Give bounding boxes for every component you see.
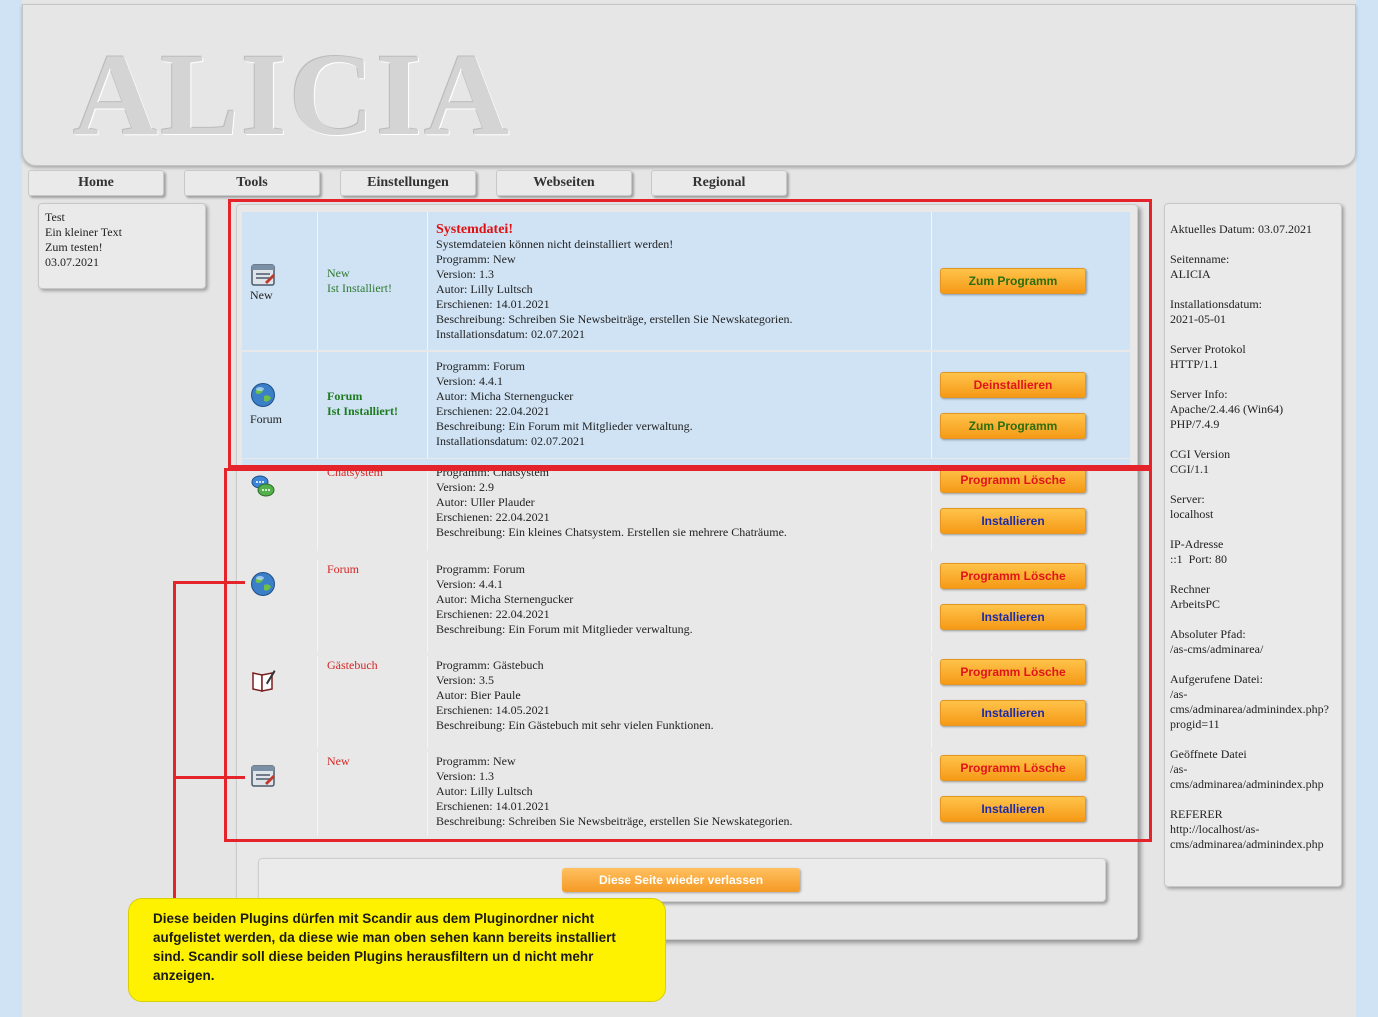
left-line: 03.07.2021: [45, 255, 99, 269]
info-opened-file: Geöffnete Datei /as- cms/adminarea/admin…: [1170, 747, 1324, 791]
leave-page-button[interactable]: Diese Seite wieder verlassen: [562, 868, 800, 892]
server-info-panel: Aktuelles Datum: 03.07.2021 Seitenname: …: [1164, 203, 1342, 887]
info-server-info: Server Info: Apache/2.4.46 (Win64) PHP/7…: [1170, 387, 1284, 431]
annotation-installed-box: [228, 199, 1152, 468]
annotation-arrow-new: [173, 776, 245, 779]
info-site-name: Seitenname: ALICIA: [1170, 252, 1230, 281]
left-line: Zum testen!: [45, 240, 103, 254]
annotation-connector: [173, 581, 176, 901]
nav-home[interactable]: Home: [28, 170, 164, 196]
info-install-date: Installationsdatum: 2021-05-01: [1170, 297, 1262, 326]
annotation-note: Diese beiden Plugins dürfen mit Scandir …: [128, 898, 666, 1002]
nav-tools[interactable]: Tools: [184, 170, 320, 196]
info-absolute-path: Absoluter Pfad: /as-cms/adminarea/: [1170, 627, 1264, 656]
nav-webseiten[interactable]: Webseiten: [496, 170, 632, 196]
info-called-file: Aufgerufene Datei: /as- cms/adminarea/ad…: [1170, 672, 1329, 731]
header-banner: ALICIA: [22, 4, 1356, 166]
left-info-box: Test Ein kleiner Text Zum testen! 03.07.…: [38, 203, 206, 289]
left-line: Ein kleiner Text: [45, 225, 122, 239]
info-cgi-version: CGI Version CGI/1.1: [1170, 447, 1231, 476]
site-logo: ALICIA: [73, 29, 512, 160]
nav-einstellungen[interactable]: Einstellungen: [340, 170, 476, 196]
info-referer: REFERER http://localhost/as- cms/adminar…: [1170, 807, 1324, 851]
left-line: Test: [45, 210, 65, 224]
annotation-available-box: [224, 468, 1152, 842]
info-server: Server: localhost: [1170, 492, 1214, 521]
info-server-protocol: Server Protokol HTTP/1.1: [1170, 342, 1246, 371]
info-computer: Rechner ArbeitsPC: [1170, 582, 1221, 611]
leave-bar: Diese Seite wieder verlassen: [258, 858, 1106, 902]
info-current-date: Aktuelles Datum: 03.07.2021: [1170, 222, 1312, 236]
nav-regional[interactable]: Regional: [651, 170, 787, 196]
info-ip-address: IP-Adresse ::1 Port: 80: [1170, 537, 1228, 566]
annotation-arrow-forum: [173, 581, 245, 584]
